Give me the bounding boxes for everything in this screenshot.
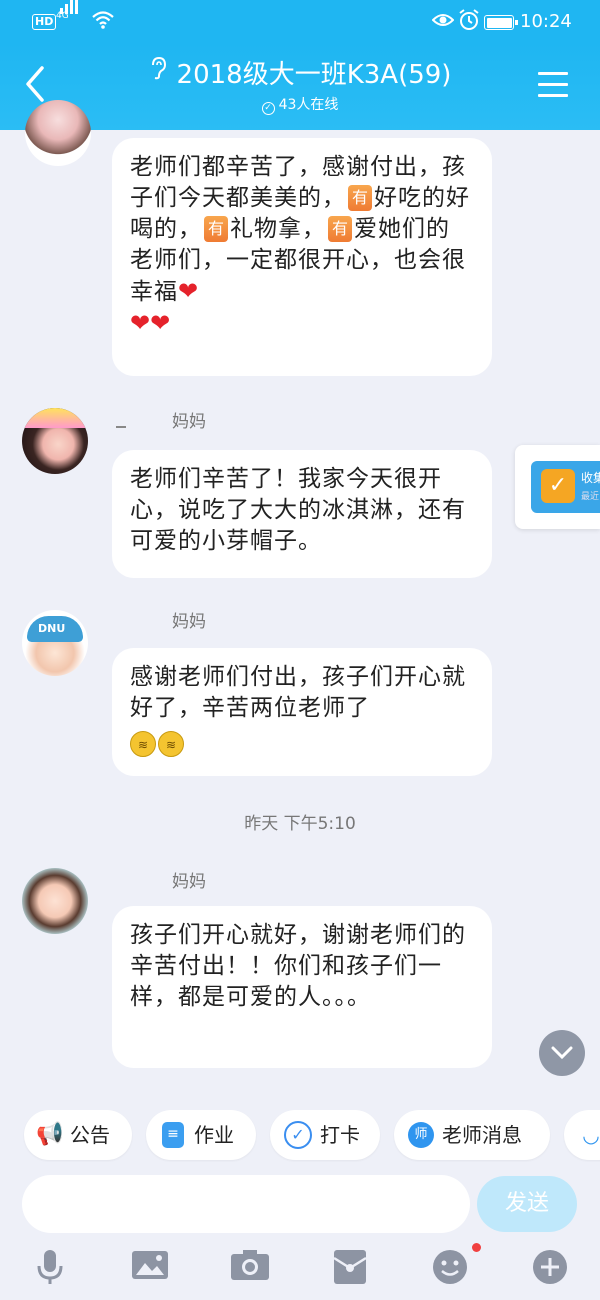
checkin-chip[interactable]: ✓ 打卡 — [270, 1110, 380, 1160]
chip-label: 公告 — [70, 1123, 110, 1147]
homework-chip[interactable]: ≡ 作业 — [146, 1110, 256, 1160]
chip-label: 作业 — [194, 1123, 234, 1147]
message-bubble[interactable]: 老师们都辛苦了，感谢付出，孩子们今天都美美的，有好吃的好喝的，有礼物拿，有爱她们… — [112, 138, 492, 376]
plus-icon[interactable] — [530, 1248, 570, 1288]
scroll-to-bottom-button[interactable] — [539, 1030, 585, 1076]
more-app-icon: ◡ — [582, 1123, 600, 1147]
emoji-icon[interactable] — [430, 1248, 470, 1288]
message-bubble[interactable]: 孩子们开心就好，谢谢老师们的辛苦付出！！你们和孩子们一样，都是可爱的人。。。 — [112, 906, 492, 1068]
document-icon: ≡ — [162, 1122, 184, 1148]
menu-line — [538, 83, 568, 86]
voice-icon[interactable] — [30, 1248, 70, 1288]
teacher-icon: 师 — [408, 1122, 434, 1148]
hd-indicator: HD — [32, 14, 57, 30]
chat-title-area[interactable]: 2018级大一班K3A(59) ✓ 43人在线 — [125, 56, 475, 115]
sender-name[interactable]: 妈妈 — [172, 610, 206, 634]
red-envelope-icon[interactable] — [330, 1248, 370, 1288]
notification-dot — [472, 1243, 481, 1252]
send-button[interactable]: 发送 — [477, 1176, 577, 1232]
wifi-icon — [92, 10, 114, 39]
status-bar: HD 4G 10:24 — [0, 0, 600, 44]
input-toolbar — [0, 1240, 600, 1300]
message-text: 礼物拿， — [230, 216, 326, 242]
online-status: ✓ 43人在线 — [125, 95, 475, 115]
sender-name[interactable]: 妈妈 — [172, 870, 206, 894]
chat-header: 2018级大一班K3A(59) ✓ 43人在线 — [0, 44, 600, 130]
menu-button[interactable] — [538, 72, 568, 98]
avatar[interactable] — [22, 610, 88, 676]
message-text: 孩子们开心就好，谢谢老师们的辛苦付出！！你们和孩子们一样，都是可爱的人。。。 — [130, 922, 466, 1010]
you-tag-icon: 有 — [328, 216, 352, 242]
check-circle-icon: ✓ — [284, 1121, 312, 1149]
message-text: 感谢老师们付出，孩子们开心就好了，辛苦两位老师了 — [130, 664, 466, 721]
battery-icon — [484, 15, 518, 30]
camera-icon[interactable] — [230, 1248, 270, 1288]
grin-emoji-icon: ≋ — [158, 731, 184, 757]
ear-icon — [149, 56, 167, 92]
grin-emoji-icon: ≋ — [130, 731, 156, 757]
more-chip[interactable]: ◡ — [564, 1110, 600, 1160]
eye-comfort-icon — [431, 9, 455, 40]
teacher-message-chip[interactable]: 师 老师消息 — [394, 1110, 550, 1160]
chevron-left-icon — [26, 66, 44, 102]
collect-title: 收集 — [581, 471, 600, 485]
you-tag-icon: 有 — [204, 216, 228, 242]
chevron-down-icon — [551, 1046, 573, 1060]
alarm-icon — [458, 8, 480, 41]
page-title: 2018级大一班K3A(59) — [125, 56, 475, 95]
avatar[interactable] — [22, 408, 88, 474]
clock: 10:24 — [520, 11, 572, 32]
menu-line — [538, 94, 568, 97]
collect-subtitle: 最近 — [581, 492, 600, 502]
check-circle-icon: ✓ — [261, 102, 275, 115]
message-text: 老师们辛苦了！我家今天很开心，说吃了大大的冰淇淋，还有可爱的小芽帽子。 — [130, 466, 466, 554]
collect-card-inner: ✓ 收集 最近 — [531, 461, 600, 513]
quick-actions: 📢 公告 ≡ 作业 ✓ 打卡 师 老师消息 ◡ — [0, 1110, 600, 1162]
avatar[interactable] — [25, 100, 91, 166]
online-count: 43人在线 — [278, 97, 339, 113]
chip-label: 老师消息 — [442, 1123, 522, 1147]
checkbox-icon: ✓ — [541, 469, 575, 503]
sender-name[interactable]: 妈妈 — [172, 410, 206, 434]
message-bubble[interactable]: 老师们辛苦了！我家今天很开心，说吃了大大的冰淇淋，还有可爱的小芽帽子。 — [112, 450, 492, 578]
you-tag-icon: 有 — [348, 185, 372, 211]
sender-name-hidden — [116, 426, 126, 428]
menu-line — [538, 72, 568, 75]
avatar[interactable] — [22, 868, 88, 934]
message-input[interactable] — [22, 1175, 470, 1233]
chip-label: 打卡 — [320, 1123, 360, 1147]
announcement-chip[interactable]: 📢 公告 — [24, 1110, 132, 1160]
group-name: 2018级大一班K3A(59) — [176, 60, 452, 90]
floating-collect-card[interactable]: ✓ 收集 最近 — [515, 445, 600, 529]
megaphone-icon: 📢 — [36, 1122, 64, 1147]
message-bubble[interactable]: 感谢老师们付出，孩子们开心就好了，辛苦两位老师了 ≋ ≋ — [112, 648, 492, 776]
timestamp: 昨天 下午5:10 — [244, 814, 356, 834]
image-icon[interactable] — [130, 1248, 170, 1288]
